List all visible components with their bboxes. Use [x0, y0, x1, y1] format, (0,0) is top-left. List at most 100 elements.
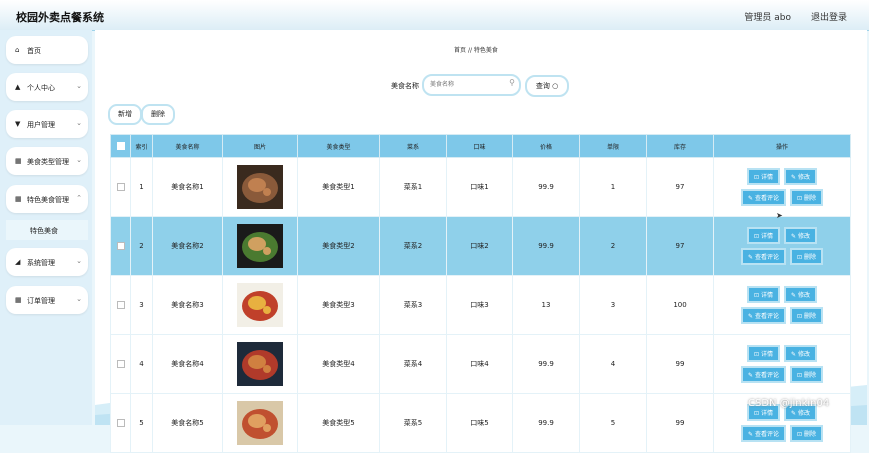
detail-button[interactable]: ⊡ 详情: [747, 227, 780, 244]
column-header: 美食类型: [297, 134, 380, 158]
column-header: 价格: [512, 134, 580, 158]
cell-stock: 99: [646, 393, 714, 453]
food-table: 索引 美食名称 图片 美食类型 菜系 口味 价格 单限 库存 操作 1 美食名称1…: [110, 134, 851, 453]
row-delete-button[interactable]: ⊡ 删除: [790, 366, 823, 383]
cell-stock: 99: [646, 334, 714, 394]
cell-taste: 口味5: [446, 393, 513, 453]
cell-taste: 口味4: [446, 334, 513, 394]
table-row[interactable]: 1 美食名称1 美食类型1 菜系1 口味1 99.9 1 97 ⊡ 详情 ✎ 修改✎ 查看评论 ⊡ …: [110, 157, 851, 217]
sidebar-subitem-label: 特色美食: [30, 227, 58, 235]
delete-button[interactable]: 删除: [141, 104, 175, 125]
search-icon: ⚲: [509, 78, 515, 87]
view-reviews-button[interactable]: ✎ 查看评论: [741, 425, 786, 442]
search-box[interactable]: ⚲: [422, 74, 521, 96]
row-checkbox-cell[interactable]: [110, 157, 131, 217]
row-checkbox-cell[interactable]: [110, 275, 131, 335]
view-reviews-button[interactable]: ✎ 查看评论: [741, 189, 786, 206]
sidebar-item-home[interactable]: ⌂ 首页: [6, 36, 88, 64]
cell-name: 美食名称1: [152, 157, 223, 217]
cell-cuisine: 菜系1: [379, 157, 447, 217]
column-header: 操作: [713, 134, 851, 158]
cell-name: 美食名称3: [152, 275, 223, 335]
cell-index: 3: [130, 275, 153, 335]
food-image: [237, 165, 283, 209]
detail-button[interactable]: ⊡ 详情: [747, 168, 780, 185]
cell-taste: 口味1: [446, 157, 513, 217]
select-all-checkbox[interactable]: [116, 142, 125, 150]
logout-link[interactable]: 退出登录: [811, 10, 847, 23]
food-image-cell: [222, 216, 298, 276]
food-image: [237, 224, 283, 268]
sidebar-item-orders[interactable]: ▦ 订单管理 ⌄: [6, 286, 88, 314]
query-button[interactable]: 查询 ○: [525, 75, 569, 97]
user-icon: ▲: [15, 83, 21, 91]
edit-button[interactable]: ✎ 修改: [784, 227, 817, 244]
chevron-down-icon: ⌄: [76, 119, 82, 127]
food-image-cell: [222, 334, 298, 394]
detail-button[interactable]: ⊡ 详情: [747, 286, 780, 303]
chevron-down-icon: ⌄: [76, 295, 82, 303]
main-content: 首页 // 特色美食 美食名称 ⚲ 查询 ○ 新增 删除 索引 美食名称 图片 …: [95, 30, 867, 453]
breadcrumb-current: 特色美食: [473, 47, 498, 54]
sidebar-item-system[interactable]: ◢ 系统管理 ⌄: [6, 248, 88, 276]
edit-button[interactable]: ✎ 修改: [784, 345, 817, 362]
sidebar-subitem-featured-food[interactable]: 特色美食: [6, 220, 88, 240]
sidebar-item-food-types[interactable]: ▦ 美食类型管理 ⌄: [6, 147, 88, 175]
table-header-row: 索引 美食名称 图片 美食类型 菜系 口味 价格 单限 库存 操作: [110, 134, 851, 158]
table-row[interactable]: 2 美食名称2 美食类型2 菜系2 口味2 99.9 2 97 ⊡ 详情 ✎ 修改✎ 查看评论 ⊡ …: [110, 216, 851, 276]
cell-stock: 97: [646, 216, 714, 276]
row-delete-button[interactable]: ⊡ 删除: [790, 425, 823, 442]
row-delete-button[interactable]: ⊡ 删除: [790, 248, 823, 265]
edit-button[interactable]: ✎ 修改: [784, 168, 817, 185]
cell-price: 13: [512, 275, 580, 335]
sidebar-item-users[interactable]: ▼ 用户管理 ⌄: [6, 110, 88, 138]
sidebar-item-profile[interactable]: ▲ 个人中心 ⌄: [6, 73, 88, 101]
grid-icon: ▦: [15, 296, 22, 304]
row-actions: ⊡ 详情 ✎ 修改 ✎ 查看评论 ⊡ 删除: [713, 216, 851, 276]
search-icon: ○: [552, 82, 559, 90]
cell-limit: 3: [579, 275, 647, 335]
view-reviews-button[interactable]: ✎ 查看评论: [741, 248, 786, 265]
row-delete-button[interactable]: ⊡ 删除: [790, 189, 823, 206]
sidebar-item-label: 系统管理: [27, 259, 55, 267]
row-checkbox[interactable]: [116, 183, 125, 191]
row-checkbox-cell[interactable]: [110, 216, 131, 276]
row-checkbox[interactable]: [116, 419, 125, 427]
row-delete-button[interactable]: ⊡ 删除: [790, 307, 823, 324]
admin-username: 管理员 abo: [744, 13, 791, 23]
food-image: [237, 401, 283, 445]
view-reviews-button[interactable]: ✎ 查看评论: [741, 366, 786, 383]
row-checkbox[interactable]: [116, 242, 125, 250]
select-all-cell[interactable]: [110, 134, 131, 158]
view-reviews-button[interactable]: ✎ 查看评论: [741, 307, 786, 324]
row-checkbox[interactable]: [116, 360, 125, 368]
column-header: 索引: [130, 134, 153, 158]
cell-stock: 100: [646, 275, 714, 335]
edit-button[interactable]: ✎ 修改: [784, 286, 817, 303]
table-row[interactable]: 3 美食名称3 美食类型3 菜系3 口味3 13 3 100 ⊡ 详情 ✎ 修改✎ 查看评论 ⊡ 删…: [110, 275, 851, 335]
settings-icon: ◢: [15, 258, 21, 266]
row-actions: ⊡ 详情 ✎ 修改 ✎ 查看评论 ⊡ 删除: [713, 157, 851, 217]
sidebar-item-featured-food[interactable]: ▦ 特色美食管理 ⌃: [6, 185, 88, 213]
mouse-cursor-icon: ➤: [776, 211, 783, 220]
add-button[interactable]: 新增: [108, 104, 142, 125]
cell-cuisine: 菜系5: [379, 393, 447, 453]
row-checkbox-cell[interactable]: [110, 393, 131, 453]
cell-name: 美食名称2: [152, 216, 223, 276]
cell-stock: 97: [646, 157, 714, 217]
row-checkbox[interactable]: [116, 301, 125, 309]
cell-limit: 1: [579, 157, 647, 217]
query-button-label: 查询: [535, 82, 550, 90]
cell-taste: 口味3: [446, 275, 513, 335]
app-title: 校园外卖点餐系统: [16, 11, 104, 24]
cell-cuisine: 菜系3: [379, 275, 447, 335]
detail-button[interactable]: ⊡ 详情: [747, 345, 780, 362]
table-row[interactable]: 5 美食名称5 美食类型5 菜系5 口味5 99.9 5 99 ⊡ 详情 ✎ 修改✎ 查看评论 ⊡ …: [110, 393, 851, 453]
breadcrumb-home[interactable]: 首页: [454, 47, 466, 54]
cell-price: 99.9: [512, 216, 580, 276]
row-checkbox-cell[interactable]: [110, 334, 131, 394]
sidebar-item-label: 个人中心: [27, 84, 55, 92]
grid-icon: ▦: [15, 157, 22, 165]
search-input[interactable]: [430, 79, 500, 90]
table-row[interactable]: 4 美食名称4 美食类型4 菜系4 口味4 99.9 4 99 ⊡ 详情 ✎ 修改✎ 查看评论 ⊡ …: [110, 334, 851, 394]
